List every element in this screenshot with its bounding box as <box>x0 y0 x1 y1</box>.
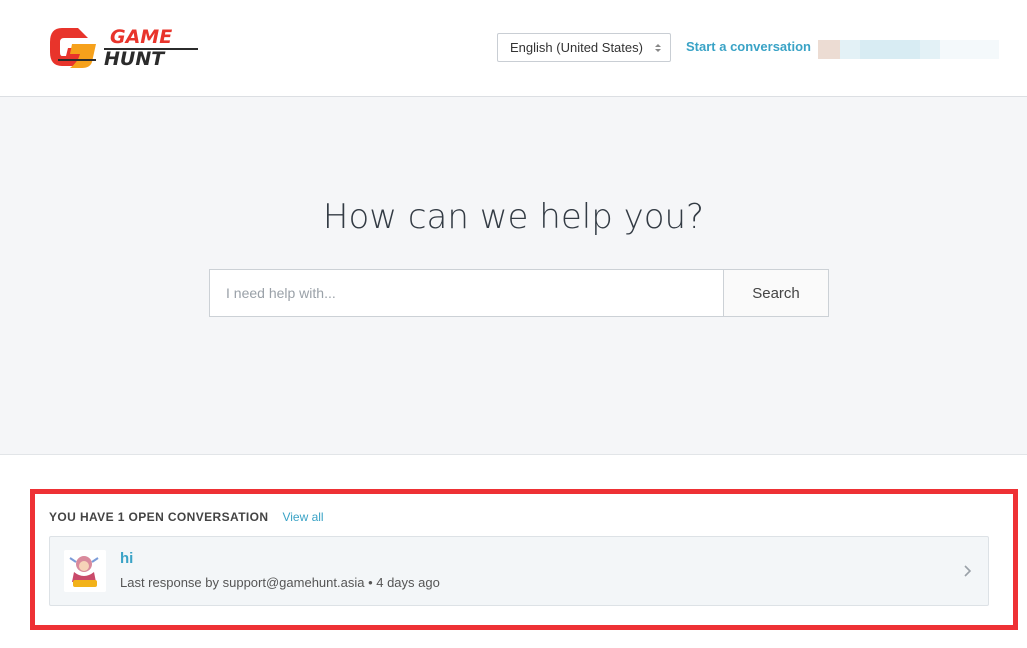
conversations-header: YOU HAVE 1 OPEN CONVERSATION View all <box>49 510 324 524</box>
search-bar: Search <box>209 269 829 317</box>
conversation-title[interactable]: hi <box>120 550 133 567</box>
search-input[interactable] <box>209 269 723 317</box>
user-account-blurred[interactable] <box>818 40 999 59</box>
start-conversation-link[interactable]: Start a conversation <box>686 39 811 54</box>
logo-text-game: GAME <box>110 26 172 48</box>
conversation-meta: Last response by support@gamehunt.asia •… <box>120 575 440 590</box>
chevron-right-icon <box>964 565 972 577</box>
logo-text-hunt: HUNT <box>104 48 166 70</box>
hero-title: How can we help you? <box>322 197 705 237</box>
view-all-link[interactable]: View all <box>282 510 323 524</box>
hero-section: How can we help you? Search <box>0 97 1027 455</box>
avatar <box>64 550 106 592</box>
language-select[interactable]: English (United States) <box>497 33 671 62</box>
select-caret-icon <box>655 44 661 52</box>
conversations-heading: YOU HAVE 1 OPEN CONVERSATION <box>49 510 269 524</box>
language-select-value: English (United States) <box>510 40 643 55</box>
top-header: GAME HUNT English (United States) Start … <box>0 0 1027 97</box>
search-button[interactable]: Search <box>723 269 829 317</box>
conversation-list-item[interactable]: hi Last response by support@gamehunt.asi… <box>49 536 989 606</box>
gamehunt-logo[interactable]: GAME HUNT <box>48 22 200 74</box>
open-conversations-section: YOU HAVE 1 OPEN CONVERSATION View all hi… <box>30 489 1018 630</box>
